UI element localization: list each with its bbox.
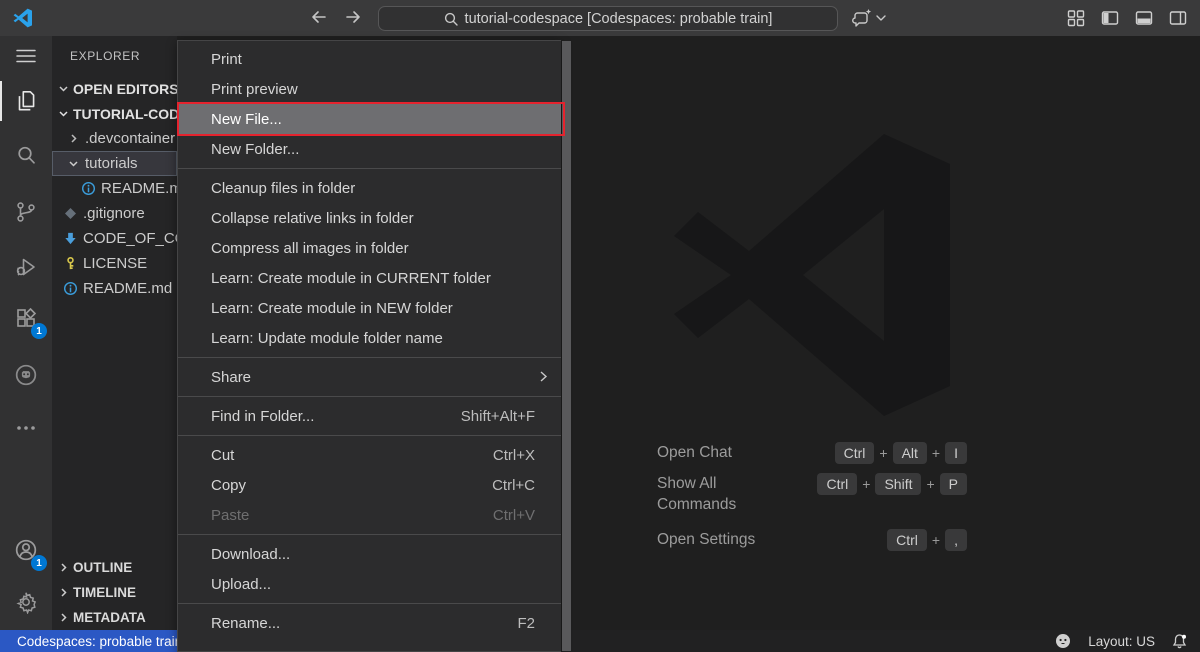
panel-left-icon[interactable] xyxy=(1100,8,1120,28)
panel-bottom-icon[interactable] xyxy=(1134,8,1154,28)
watermark-shortcut-list: Open Chat Ctrl + Alt + I Show All Comman… xyxy=(657,442,967,560)
panel-right-icon[interactable] xyxy=(1168,8,1188,28)
nav-forward-icon[interactable] xyxy=(344,8,362,26)
explorer-sidebar: EXPLORER OPEN EDITORS TUTORIAL-CODESPACE… xyxy=(52,36,177,630)
remote-indicator[interactable]: Codespaces: probable train xyxy=(0,630,178,652)
section-outline[interactable]: OUTLINE xyxy=(52,555,177,580)
menu-item-rename[interactable]: Rename... F2 xyxy=(178,608,561,638)
keycap: I xyxy=(945,442,967,464)
nav-back-icon[interactable] xyxy=(310,8,328,26)
keycap: P xyxy=(940,473,967,495)
key-icon xyxy=(62,256,78,271)
info-icon xyxy=(62,281,78,296)
tree-item-tutorials[interactable]: tutorials xyxy=(52,151,177,176)
github-icon[interactable] xyxy=(0,353,52,397)
menu-item-copy[interactable]: Copy Ctrl+C xyxy=(178,470,561,500)
arrow-down-icon xyxy=(62,231,78,246)
menu-item-compress-images[interactable]: Compress all images in folder xyxy=(178,233,561,263)
tree-item-readme-nested[interactable]: README.md xyxy=(52,176,177,201)
copilot-icon[interactable] xyxy=(851,8,873,28)
submenu-chevron-right-icon xyxy=(539,370,548,387)
explorer-title: EXPLORER xyxy=(52,36,177,76)
vscode-window: tutorial-codespace [Codespaces: probable… xyxy=(0,0,1200,652)
menu-item-cleanup-files[interactable]: Cleanup files in folder xyxy=(178,173,561,203)
menu-item-share[interactable]: Share xyxy=(178,362,561,392)
search-value: tutorial-codespace [Codespaces: probable… xyxy=(465,11,773,27)
chevron-right-icon xyxy=(68,133,79,144)
chevron-down-icon[interactable] xyxy=(876,14,886,22)
account-badge: 1 xyxy=(31,555,47,571)
menu-scrollbar[interactable] xyxy=(562,41,571,651)
extensions-icon[interactable]: 1 xyxy=(0,296,52,340)
search-icon[interactable] xyxy=(0,133,52,177)
chevron-down-icon xyxy=(58,108,69,119)
shortcut-open-chat: Open Chat Ctrl + Alt + I xyxy=(657,442,967,464)
github-icon[interactable] xyxy=(1054,632,1072,650)
keycap: Alt xyxy=(893,442,927,464)
chevron-down-icon xyxy=(58,83,69,94)
menu-item-new-folder[interactable]: New Folder... xyxy=(178,134,561,164)
keycap: Ctrl xyxy=(817,473,857,495)
explorer-context-menu: Print Print preview New File... New Fold… xyxy=(177,40,561,652)
layout-grid-icon[interactable] xyxy=(1066,8,1086,28)
menu-separator xyxy=(178,534,561,535)
command-center-search[interactable]: tutorial-codespace [Codespaces: probable… xyxy=(378,6,838,31)
diamond-icon xyxy=(62,207,78,220)
menu-item-new-file[interactable]: New File... xyxy=(178,104,561,134)
section-open-editors[interactable]: OPEN EDITORS xyxy=(52,76,177,101)
keycap: Ctrl xyxy=(835,442,875,464)
explorer-icon[interactable] xyxy=(0,79,52,123)
chevron-right-icon xyxy=(58,562,69,573)
keycap: Ctrl xyxy=(887,529,927,551)
settings-gear-icon[interactable] xyxy=(0,580,52,624)
tree-item-readme-root[interactable]: README.md xyxy=(52,276,177,301)
section-root-folder[interactable]: TUTORIAL-CODESPACE xyxy=(52,101,177,126)
chevron-down-icon xyxy=(68,158,79,169)
account-icon[interactable]: 1 xyxy=(0,528,52,572)
tree-item-license[interactable]: LICENSE xyxy=(52,251,177,276)
source-control-icon[interactable] xyxy=(0,190,52,234)
shortcut-open-settings: Open Settings Ctrl + , xyxy=(657,529,967,551)
keycap: Shift xyxy=(875,473,921,495)
run-debug-icon[interactable] xyxy=(0,245,52,289)
menu-item-download[interactable]: Download... xyxy=(178,539,561,569)
vscode-watermark-icon xyxy=(665,125,965,425)
activity-bar: 1 1 xyxy=(0,36,52,630)
menu-item-collapse-links[interactable]: Collapse relative links in folder xyxy=(178,203,561,233)
tree-item-code-of-conduct[interactable]: CODE_OF_CONDUCT.md xyxy=(52,226,177,251)
info-icon xyxy=(80,181,96,196)
keycap: , xyxy=(945,529,967,551)
section-timeline[interactable]: TIMELINE xyxy=(52,580,177,605)
extensions-badge: 1 xyxy=(31,323,47,339)
menu-separator xyxy=(178,396,561,397)
menu-item-learn-create-current[interactable]: Learn: Create module in CURRENT folder xyxy=(178,263,561,293)
menu-item-print[interactable]: Print xyxy=(178,44,561,74)
vscode-logo-icon xyxy=(13,8,33,28)
tree-item-devcontainer[interactable]: .devcontainer xyxy=(52,126,177,151)
menu-separator xyxy=(178,603,561,604)
shortcut-show-all-commands: Show All Commands Ctrl + Shift + P xyxy=(657,473,967,515)
menu-item-print-preview[interactable]: Print preview xyxy=(178,74,561,104)
menu-item-upload[interactable]: Upload... xyxy=(178,569,561,599)
menu-icon[interactable] xyxy=(0,34,52,78)
titlebar: tutorial-codespace [Codespaces: probable… xyxy=(0,0,1200,36)
more-icon[interactable] xyxy=(0,406,52,450)
notification-bell-icon[interactable] xyxy=(1171,633,1188,650)
chevron-right-icon xyxy=(58,587,69,598)
chevron-right-icon xyxy=(58,612,69,623)
search-icon xyxy=(444,12,458,26)
menu-separator xyxy=(178,168,561,169)
menu-separator xyxy=(178,435,561,436)
keyboard-layout-indicator[interactable]: Layout: US xyxy=(1088,634,1155,649)
menu-item-learn-create-new[interactable]: Learn: Create module in NEW folder xyxy=(178,293,561,323)
menu-item-paste: Paste Ctrl+V xyxy=(178,500,561,530)
tree-item-gitignore[interactable]: .gitignore xyxy=(52,201,177,226)
menu-item-learn-update-name[interactable]: Learn: Update module folder name xyxy=(178,323,561,353)
menu-separator xyxy=(178,357,561,358)
menu-item-cut[interactable]: Cut Ctrl+X xyxy=(178,440,561,470)
section-metadata[interactable]: METADATA xyxy=(52,605,177,630)
menu-item-find-in-folder[interactable]: Find in Folder... Shift+Alt+F xyxy=(178,401,561,431)
